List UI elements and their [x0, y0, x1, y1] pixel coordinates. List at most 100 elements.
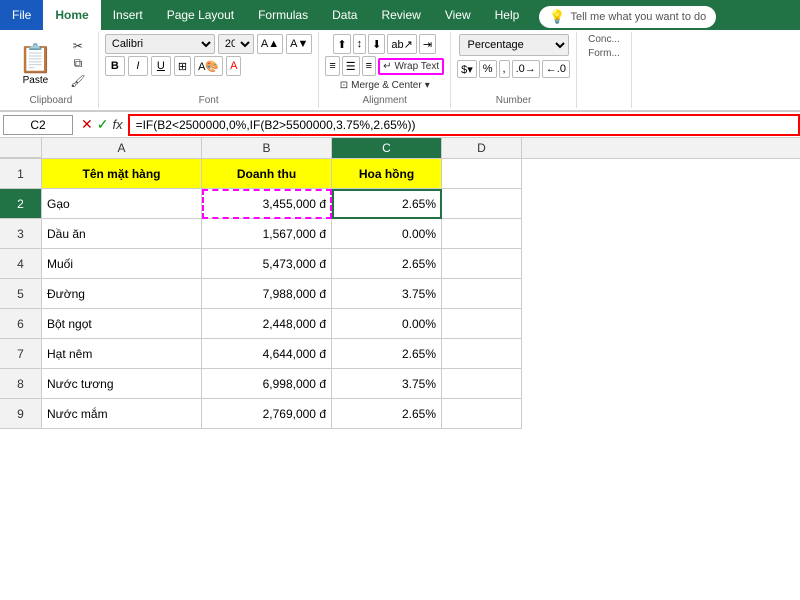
cancel-formula-icon[interactable]: ✕ — [81, 116, 93, 133]
cell-b2[interactable]: 3,455,000 đ — [202, 189, 332, 219]
cell-c4[interactable]: 2.65% — [332, 249, 442, 279]
cell-reference-box[interactable]: C2 — [3, 115, 73, 135]
insert-function-icon[interactable]: fx — [112, 117, 122, 132]
confirm-formula-icon[interactable]: ✓ — [97, 116, 109, 133]
cell-d1[interactable] — [442, 159, 522, 189]
cell-b3[interactable]: 1,567,000 đ — [202, 219, 332, 249]
tab-file[interactable]: File — [0, 0, 43, 30]
cell-b8[interactable]: 6,998,000 đ — [202, 369, 332, 399]
col-header-a[interactable]: A — [42, 138, 202, 158]
formula-bar: C2 ✕ ✓ fx =IF(B2<2500000,0%,IF(B2>550000… — [0, 112, 800, 138]
tab-page-layout[interactable]: Page Layout — [155, 0, 246, 30]
cell-b4[interactable]: 5,473,000 đ — [202, 249, 332, 279]
align-bottom-button[interactable]: ⬇ — [368, 34, 385, 54]
merge-center-button[interactable]: ⊡ Merge & Center ▾ — [336, 78, 434, 93]
cell-c6[interactable]: 0.00% — [332, 309, 442, 339]
lightbulb-icon: 💡 — [549, 9, 565, 25]
italic-button[interactable]: I — [128, 56, 148, 76]
format-painter-button[interactable]: 🖌 — [64, 73, 92, 89]
paste-button[interactable]: 📋 Paste — [10, 40, 61, 88]
tab-insert[interactable]: Insert — [101, 0, 155, 30]
cell-c1[interactable]: Hoa hồng — [332, 159, 442, 189]
cell-c5[interactable]: 3.75% — [332, 279, 442, 309]
cell-b6[interactable]: 2,448,000 đ — [202, 309, 332, 339]
cell-a5[interactable]: Đường — [42, 279, 202, 309]
tab-data[interactable]: Data — [320, 0, 369, 30]
number-format-select[interactable]: Percentage — [459, 34, 569, 56]
tell-me-text: Tell me what you want to do — [571, 11, 707, 23]
copy-button[interactable]: ⧉ — [64, 55, 92, 72]
cell-d5[interactable] — [442, 279, 522, 309]
align-middle-button[interactable]: ↕ — [353, 34, 367, 54]
align-left-button[interactable]: ≡ — [325, 56, 339, 76]
cell-b9[interactable]: 2,769,000 đ — [202, 399, 332, 429]
currency-button[interactable]: $▾ — [457, 60, 477, 78]
table-row: 8 Nước tương 6,998,000 đ 3.75% — [0, 369, 800, 399]
cell-a4[interactable]: Muối — [42, 249, 202, 279]
cell-b1[interactable]: Doanh thu — [202, 159, 332, 189]
wrap-text-icon: ↵ — [383, 61, 391, 72]
orientation-button[interactable]: ab↗ — [387, 34, 416, 54]
col-header-d[interactable]: D — [442, 138, 522, 158]
table-row: 7 Hạt nêm 4,644,000 đ 2.65% — [0, 339, 800, 369]
cell-a9[interactable]: Nước mắm — [42, 399, 202, 429]
percent-button[interactable]: % — [479, 60, 497, 78]
row-num-1: 1 — [0, 159, 42, 189]
col-header-b[interactable]: B — [202, 138, 332, 158]
increase-font-button[interactable]: A▲ — [257, 34, 283, 54]
cell-c8[interactable]: 3.75% — [332, 369, 442, 399]
decrease-font-button[interactable]: A▼ — [286, 34, 312, 54]
tell-me-box[interactable]: 💡 Tell me what you want to do — [539, 3, 716, 30]
copy-icon: ⧉ — [74, 56, 83, 71]
align-top-button[interactable]: ⬆ — [333, 34, 350, 54]
concat-group: Conc... Form... — [577, 32, 632, 108]
font-size-select[interactable]: 20 — [218, 34, 254, 54]
cell-d4[interactable] — [442, 249, 522, 279]
number-group-label: Number — [496, 93, 532, 106]
cell-a3[interactable]: Dầu ăn — [42, 219, 202, 249]
cell-a7[interactable]: Hạt nêm — [42, 339, 202, 369]
underline-button[interactable]: U — [151, 56, 171, 76]
formula-input[interactable]: =IF(B2<2500000,0%,IF(B2>5500000,3.75%,2.… — [128, 114, 800, 136]
cell-d2[interactable] — [442, 189, 522, 219]
cell-a2[interactable]: Gạo — [42, 189, 202, 219]
comma-button[interactable]: , — [499, 60, 510, 78]
tab-view[interactable]: View — [433, 0, 483, 30]
align-center-button[interactable]: ☰ — [342, 56, 360, 76]
cell-a8[interactable]: Nước tương — [42, 369, 202, 399]
align-right-button[interactable]: ≡ — [362, 56, 376, 76]
ribbon-toolbar: 📋 Paste ✂ ⧉ 🖌 Clipboard — [0, 30, 800, 112]
cell-c7[interactable]: 2.65% — [332, 339, 442, 369]
increase-decimal-button[interactable]: .0→ — [512, 60, 540, 78]
spreadsheet: A B C D 1 Tên mặt hàng Doanh thu Hoa hồn… — [0, 138, 800, 429]
col-header-c[interactable]: C — [332, 138, 442, 158]
cell-a6[interactable]: Bột ngọt — [42, 309, 202, 339]
cell-a1[interactable]: Tên mặt hàng — [42, 159, 202, 189]
row-num-5: 5 — [0, 279, 42, 309]
cell-b5[interactable]: 7,988,000 đ — [202, 279, 332, 309]
row-num-6: 6 — [0, 309, 42, 339]
font-name-select[interactable]: Calibri — [105, 34, 215, 54]
tab-home[interactable]: Home — [43, 0, 100, 30]
decrease-decimal-button[interactable]: ←.0 — [542, 60, 570, 78]
cell-d9[interactable] — [442, 399, 522, 429]
cell-c9[interactable]: 2.65% — [332, 399, 442, 429]
cell-c2[interactable]: 2.65% — [332, 189, 442, 219]
font-color-button[interactable]: A — [226, 56, 241, 76]
cell-d6[interactable] — [442, 309, 522, 339]
cell-c3[interactable]: 0.00% — [332, 219, 442, 249]
tab-help[interactable]: Help — [483, 0, 532, 30]
indent-increase-button[interactable]: ⇥ — [419, 34, 436, 54]
cell-d7[interactable] — [442, 339, 522, 369]
wrap-text-button[interactable]: ↵ Wrap Text — [378, 58, 444, 75]
alignment-group: ⬆ ↕ ⬇ ab↗ ⇥ ≡ ☰ ≡ ↵ Wrap Text — [319, 32, 451, 108]
tab-formulas[interactable]: Formulas — [246, 0, 320, 30]
bold-button[interactable]: B — [105, 56, 125, 76]
fill-color-button[interactable]: A🎨 — [194, 56, 223, 76]
cell-d3[interactable] — [442, 219, 522, 249]
tab-review[interactable]: Review — [369, 0, 432, 30]
border-button[interactable]: ⊞ — [174, 56, 191, 76]
cell-d8[interactable] — [442, 369, 522, 399]
cut-button[interactable]: ✂ — [64, 38, 92, 54]
cell-b7[interactable]: 4,644,000 đ — [202, 339, 332, 369]
